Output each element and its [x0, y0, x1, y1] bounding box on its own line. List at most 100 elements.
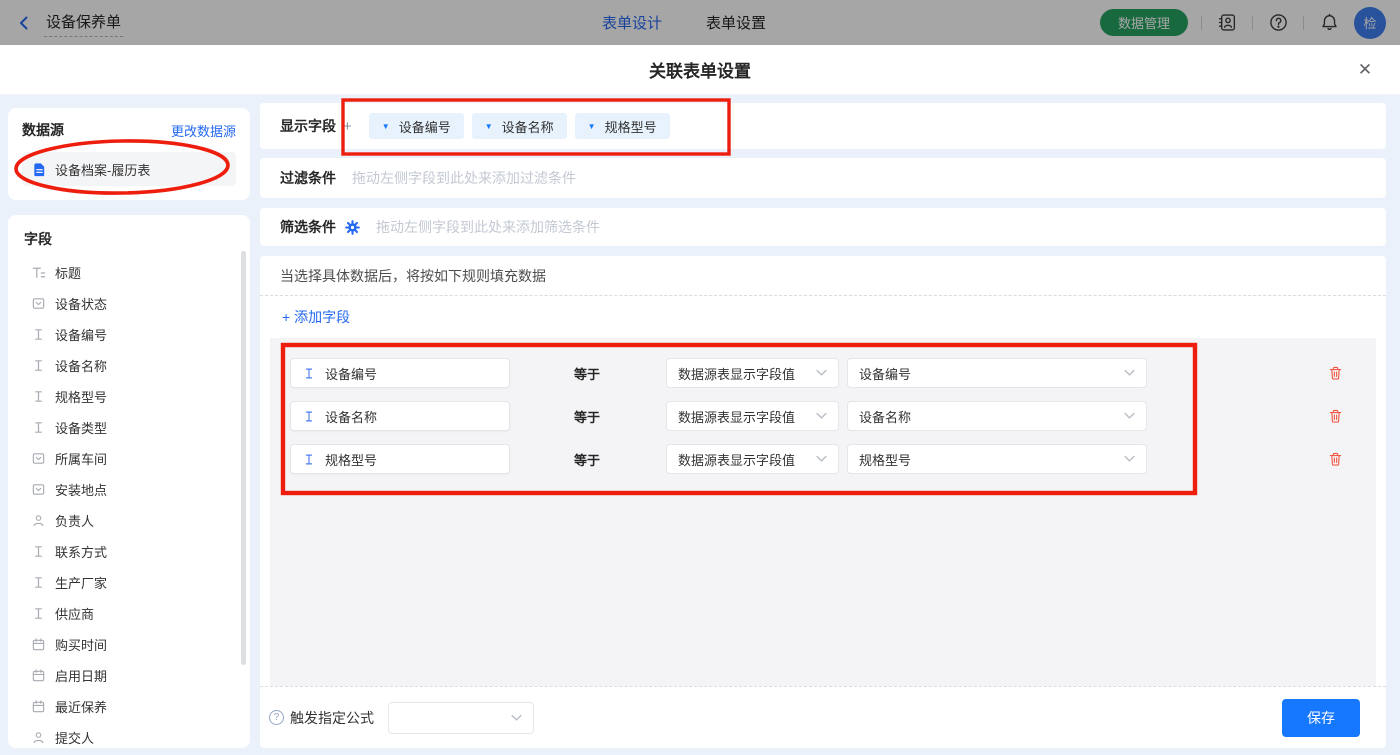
field-item[interactable]: 安装地点	[8, 474, 250, 505]
field-item[interactable]: 生产厂家	[8, 567, 250, 598]
rule-source-type-value: 数据源表显示字段值	[678, 407, 795, 426]
field-item[interactable]: 供应商	[8, 598, 250, 629]
rule-target-field[interactable]: 设备编号	[290, 358, 510, 388]
text-field-icon	[302, 408, 316, 424]
modal-title: 关联表单设置	[649, 57, 751, 82]
screening-placeholder: 拖动左侧字段到此处来添加筛选条件	[376, 217, 600, 237]
data-manage-button[interactable]: 数据管理	[1100, 9, 1188, 36]
date-field-icon	[30, 668, 46, 684]
field-item[interactable]: 最近保养	[8, 691, 250, 722]
display-field-tags: ▼设备编号 ▼设备名称 ▼规格型号	[369, 113, 670, 139]
rule-source-type-select[interactable]: 数据源表显示字段值	[666, 401, 839, 431]
separator	[1201, 16, 1202, 30]
field-item[interactable]: 启用日期	[8, 660, 250, 691]
separator	[1252, 16, 1253, 30]
close-icon[interactable]: ✕	[1354, 59, 1376, 81]
rule-source-field-select[interactable]: 设备名称	[847, 401, 1147, 431]
text-field-icon	[302, 365, 316, 381]
rule-source-type-value: 数据源表显示字段值	[678, 450, 795, 469]
add-display-field-button[interactable]: +	[343, 118, 352, 135]
rule-target-field-label: 设备名称	[325, 407, 377, 426]
rule-target-field-label: 设备编号	[325, 364, 377, 383]
select-field-icon	[30, 482, 46, 498]
field-item[interactable]: 联系方式	[8, 536, 250, 567]
rule-source-type-select[interactable]: 数据源表显示字段值	[666, 358, 839, 388]
rule-target-field[interactable]: 设备名称	[290, 401, 510, 431]
contacts-icon[interactable]	[1215, 11, 1239, 35]
display-fields-label: 显示字段	[280, 116, 336, 136]
rule-source-field-select[interactable]: 规格型号	[847, 444, 1147, 474]
separator	[1303, 16, 1304, 30]
field-item[interactable]: 设备类型	[8, 412, 250, 443]
screening-condition-row[interactable]: 筛选条件 拖动左侧字段到此处来添加筛选条件	[260, 208, 1386, 246]
user-avatar[interactable]: 检	[1354, 7, 1386, 39]
rule-row: 设备名称等于数据源表显示字段值设备名称	[290, 401, 1356, 431]
field-item[interactable]: 所属车间	[8, 443, 250, 474]
display-field-tag[interactable]: ▼设备名称	[472, 113, 567, 139]
gear-icon[interactable]	[344, 219, 360, 235]
rule-row: 设备编号等于数据源表显示字段值设备编号	[290, 358, 1356, 388]
field-item-label: 设备类型	[55, 418, 107, 437]
change-datasource-link[interactable]: 更改数据源	[171, 121, 236, 140]
formula-select[interactable]	[388, 702, 534, 734]
date-field-icon	[30, 699, 46, 715]
text-field-icon	[30, 544, 46, 560]
caret-down-icon: ▼	[382, 122, 390, 131]
notifications-bell-icon[interactable]	[1317, 11, 1341, 35]
datasource-title: 数据源	[22, 120, 64, 140]
add-field-button[interactable]: + 添加字段	[282, 307, 350, 327]
field-item[interactable]: 提交人	[8, 722, 250, 748]
field-item[interactable]: 标题	[8, 257, 250, 288]
text-field-icon	[30, 420, 46, 436]
form-name[interactable]: 设备保养单	[44, 9, 123, 37]
field-item-label: 生产厂家	[55, 573, 107, 592]
field-item[interactable]: 规格型号	[8, 381, 250, 412]
rule-row: 规格型号等于数据源表显示字段值规格型号	[290, 444, 1356, 474]
help-icon[interactable]	[1266, 11, 1290, 35]
chevron-down-icon	[816, 455, 827, 463]
fields-scrollbar[interactable]	[241, 251, 246, 665]
datasource-item[interactable]: 设备档案-履历表	[22, 152, 236, 186]
rule-source-field-select[interactable]: 设备编号	[847, 358, 1147, 388]
fields-panel: 字段 标题设备状态设备编号设备名称规格型号设备类型所属车间安装地点负责人联系方式…	[8, 215, 250, 748]
delete-rule-button[interactable]	[1326, 407, 1344, 425]
field-item[interactable]: 设备状态	[8, 288, 250, 319]
rule-operator-label: 等于	[574, 364, 666, 383]
text-field-icon	[30, 389, 46, 405]
chevron-down-icon	[1124, 369, 1135, 377]
help-circle-icon[interactable]: ?	[269, 710, 284, 725]
tab-form-design[interactable]: 表单设计	[602, 12, 662, 33]
rule-source-type-select[interactable]: 数据源表显示字段值	[666, 444, 839, 474]
title-field-icon	[30, 265, 46, 281]
field-item-label: 安装地点	[55, 480, 107, 499]
user-field-icon	[30, 730, 46, 746]
text-field-icon	[302, 451, 316, 467]
rule-target-field[interactable]: 规格型号	[290, 444, 510, 474]
tab-form-settings[interactable]: 表单设置	[706, 12, 766, 33]
save-button[interactable]: 保存	[1282, 699, 1360, 737]
filter-condition-row[interactable]: 过滤条件 拖动左侧字段到此处来添加过滤条件	[260, 158, 1386, 198]
field-item-label: 启用日期	[55, 666, 107, 685]
text-field-icon	[30, 575, 46, 591]
topbar-tabs: 表单设计 表单设置	[602, 0, 766, 45]
display-field-tag[interactable]: ▼设备编号	[369, 113, 464, 139]
app-screen: 设备保养单 表单设计 表单设置 数据管理	[0, 0, 1400, 755]
field-item[interactable]: 设备编号	[8, 319, 250, 350]
field-item-label: 最近保养	[55, 697, 107, 716]
delete-rule-button[interactable]	[1326, 450, 1344, 468]
field-item-label: 设备编号	[55, 325, 107, 344]
field-item-label: 所属车间	[55, 449, 107, 468]
field-item[interactable]: 设备名称	[8, 350, 250, 381]
delete-rule-button[interactable]	[1326, 364, 1344, 382]
back-button[interactable]	[16, 15, 32, 31]
rule-target-field-label: 规格型号	[325, 450, 377, 469]
field-item[interactable]: 负责人	[8, 505, 250, 536]
user-field-icon	[30, 513, 46, 529]
display-fields-row: 显示字段 + ▼设备编号 ▼设备名称 ▼规格型号	[260, 103, 1386, 149]
field-item[interactable]: 购买时间	[8, 629, 250, 660]
document-icon	[32, 162, 47, 177]
chevron-down-icon	[816, 412, 827, 420]
display-field-tag[interactable]: ▼规格型号	[575, 113, 670, 139]
fill-rules-hint: 当选择具体数据后，将按如下规则填充数据	[260, 256, 1386, 296]
topbar: 设备保养单 表单设计 表单设置 数据管理	[0, 0, 1400, 45]
